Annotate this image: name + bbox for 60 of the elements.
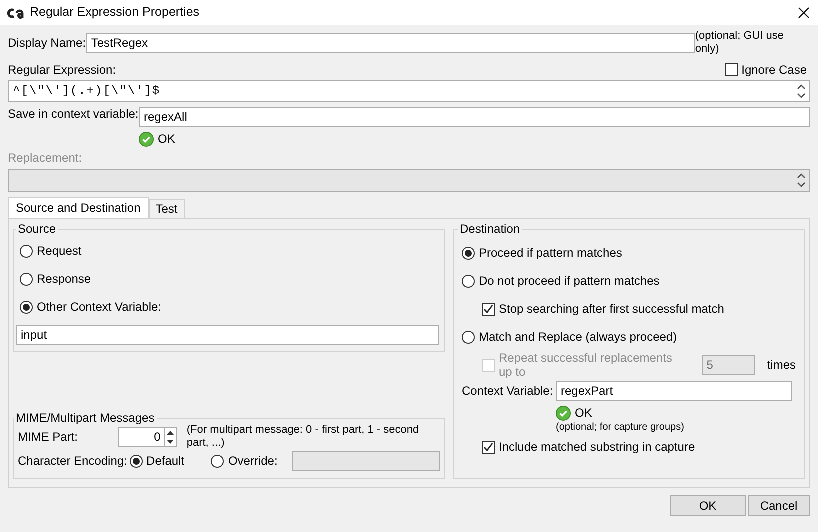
- ok-button[interactable]: OK: [670, 495, 746, 516]
- radio-label: Override:: [228, 454, 278, 469]
- radio-button[interactable]: [20, 244, 33, 258]
- checkbox[interactable]: [724, 63, 738, 76]
- field-label: Replacement:: [8, 151, 84, 166]
- field-label: Save in context variable:: [8, 107, 139, 123]
- checkbox-label: Stop searching after first successful match: [499, 302, 724, 317]
- field-label: Context Variable:: [462, 384, 554, 399]
- name-field[interactable]: TestRegex: [86, 33, 696, 53]
- unit-label: times: [767, 358, 796, 373]
- check-circle-icon: [139, 132, 154, 146]
- radio-label: Do not proceed if pattern matches: [479, 274, 660, 289]
- scroll-up-icon[interactable]: [796, 82, 807, 91]
- number-spinner[interactable]: 0: [118, 427, 177, 448]
- close-icon[interactable]: [798, 6, 810, 18]
- scroll-down-icon[interactable]: [796, 91, 807, 100]
- radio-button[interactable]: [462, 246, 475, 260]
- hint-text: (optional; GUI use only): [695, 30, 786, 56]
- radio-button[interactable]: [130, 454, 143, 468]
- group-title: Destination: [459, 223, 522, 236]
- encoding-field[interactable]: [292, 451, 440, 472]
- hint-text: (For multipart message: 0 - first part, 1 - second part, ...): [186, 424, 420, 451]
- radio-button[interactable]: [462, 330, 475, 344]
- field-label: Character Encoding:: [18, 454, 128, 469]
- hint-text: (optional; for capture groups): [556, 422, 686, 434]
- radio-label: Request: [37, 244, 82, 259]
- window-title: Regular Expression Properties: [30, 5, 200, 20]
- checkbox-label: Include matched substring in capture: [499, 440, 696, 455]
- status-text: OK: [158, 132, 176, 146]
- check-circle-icon: [556, 406, 571, 421]
- regex-text: ^[\"\'](.+)[\"\']$: [13, 84, 161, 98]
- tab[interactable]: Source and Destination: [8, 197, 149, 218]
- checkbox[interactable]: [482, 302, 495, 316]
- regex-field[interactable]: ^[\"\'](.+)[\"\']$: [8, 80, 810, 102]
- variable-field[interactable]: regexPart: [556, 381, 792, 402]
- radio-label: Match and Replace (always proceed): [479, 330, 678, 345]
- field-label: Display Name:: [8, 36, 86, 50]
- checkbox[interactable]: [482, 440, 495, 454]
- group-title: MIME/Multipart Messages: [15, 412, 156, 424]
- status-text: OK: [575, 406, 592, 421]
- variable-field[interactable]: input: [16, 325, 439, 346]
- cancel-button[interactable]: Cancel: [748, 495, 810, 516]
- radio-button[interactable]: [20, 300, 33, 314]
- field-label: MIME Part:: [18, 430, 80, 445]
- radio-button[interactable]: [211, 454, 224, 468]
- radio-label: Proceed if pattern matches: [479, 246, 622, 261]
- group-title: Source: [17, 223, 58, 236]
- radio-label: Default: [146, 454, 185, 469]
- checkbox-label: Repeat successful replacements up to: [499, 351, 674, 380]
- radio-label: Other Context Variable:: [37, 300, 162, 315]
- decrement-icon[interactable]: [164, 437, 176, 446]
- tab[interactable]: Test: [148, 199, 185, 218]
- radio-button[interactable]: [20, 272, 33, 286]
- field-label: Regular Expression:: [8, 62, 116, 78]
- app-logo-icon: [7, 6, 24, 18]
- radio-label: Response: [37, 272, 92, 287]
- radio-button[interactable]: [462, 274, 475, 288]
- variable-field[interactable]: regexAll: [139, 107, 810, 127]
- checkbox-label: Ignore Case: [742, 62, 807, 78]
- spinner-value: 0: [154, 430, 161, 445]
